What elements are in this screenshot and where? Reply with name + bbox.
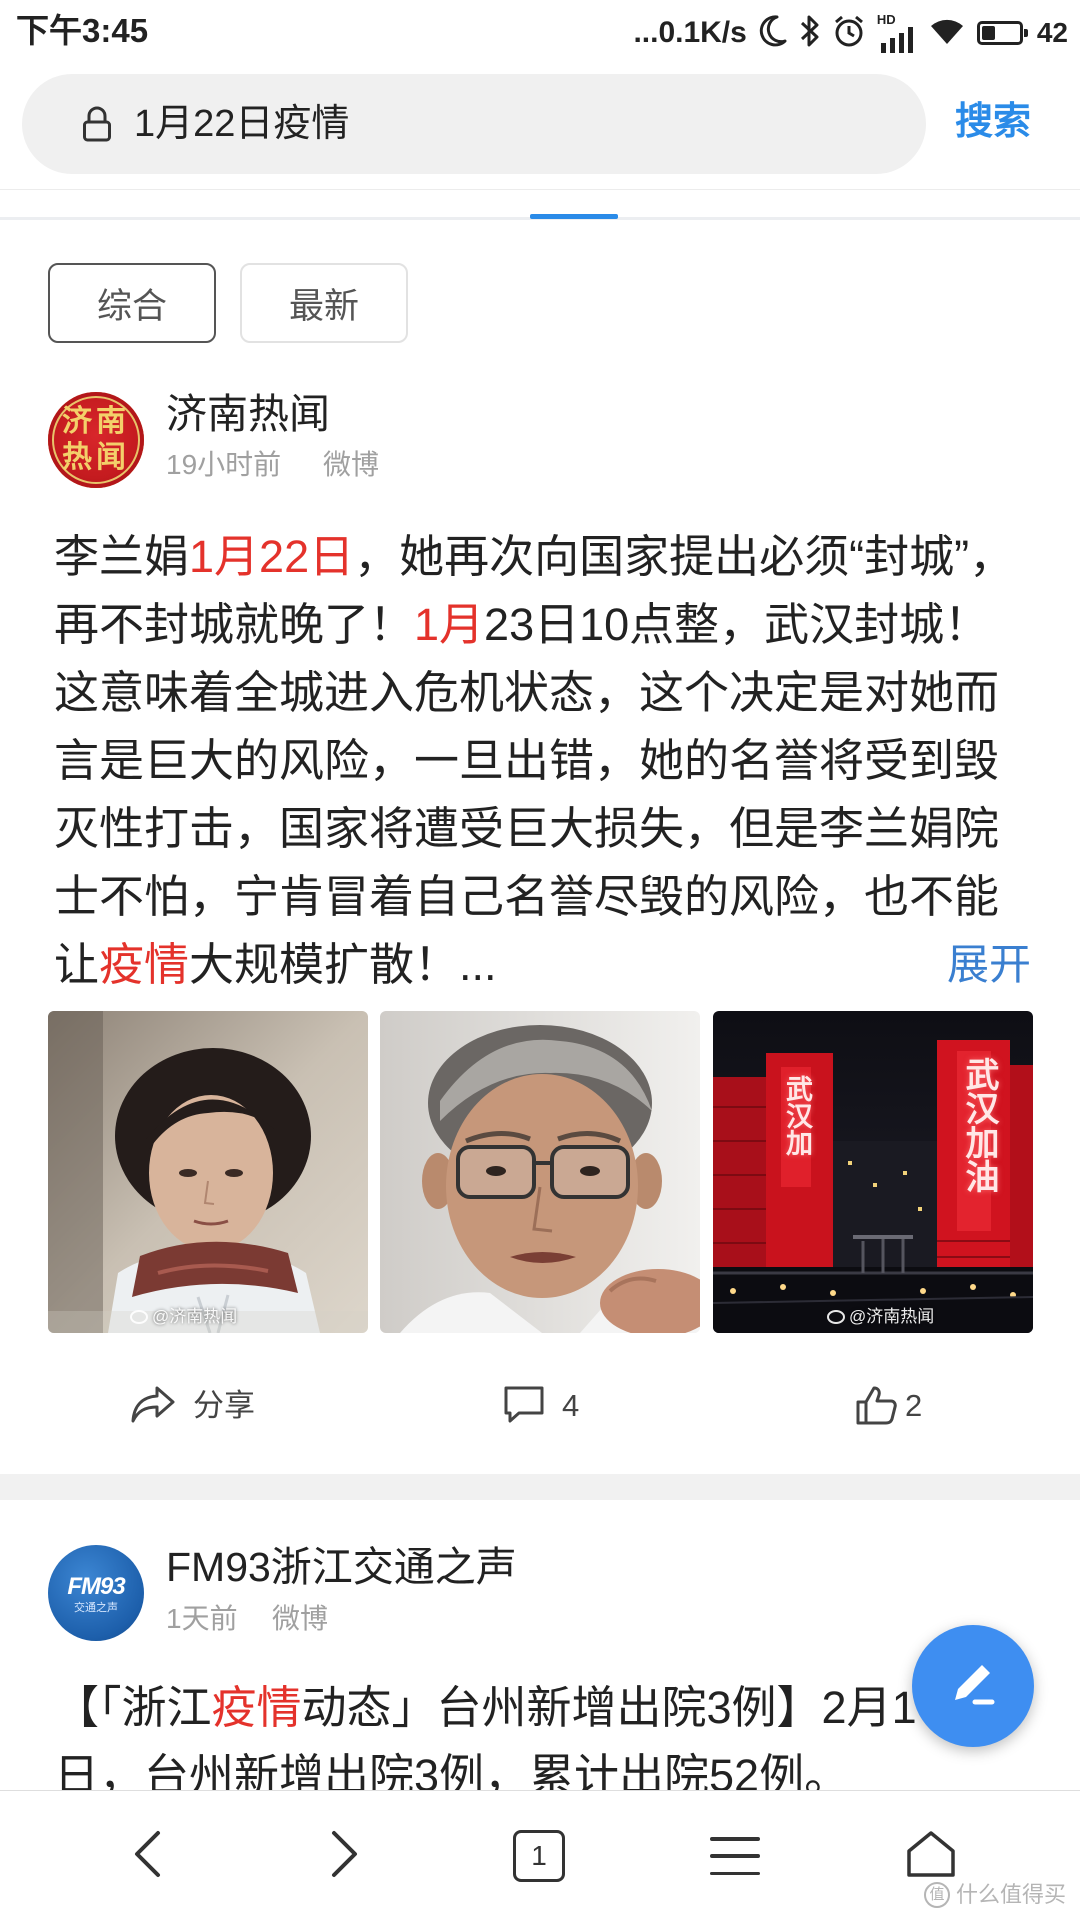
cell-signal-icon: HD	[877, 13, 917, 53]
status-icons: ...0.1K/s HD 42	[633, 10, 1068, 56]
menu-icon	[710, 1837, 760, 1875]
avatar-text: 热闻	[62, 440, 130, 475]
watermark-text: @济南热闻	[152, 1307, 238, 1326]
watermark-brand: 什么值得买	[955, 1882, 1066, 1907]
hd-label: HD	[876, 12, 896, 27]
text-segment: 让	[54, 939, 100, 990]
site-watermark: 值 什么值得买	[923, 1882, 1066, 1908]
like-count[interactable]: 2	[905, 1390, 922, 1421]
post-author[interactable]: FM93浙江交通之声	[166, 1547, 517, 1588]
chevron-right-icon	[329, 1829, 361, 1884]
post-image-1[interactable]: @济南热闻	[48, 1011, 368, 1333]
battery-icon	[976, 21, 1028, 45]
text-segment: 日，台州新增出院3例，累计出院52例。	[54, 1750, 850, 1790]
post-source: 微博	[323, 449, 380, 480]
avatar-logo-subtitle: 交通之声	[74, 1602, 118, 1614]
bluetooth-icon	[799, 13, 821, 54]
text-segment: 李兰娟	[54, 531, 190, 582]
post-source: 微博	[272, 1603, 329, 1634]
weibo-icon	[827, 1309, 845, 1324]
share-button[interactable]: 分享	[193, 1390, 255, 1421]
tabs-button[interactable]: 1	[484, 1791, 594, 1920]
alarm-icon	[833, 14, 865, 53]
network-speed: ...0.1K/s	[633, 16, 747, 49]
post-time: 1天前	[166, 1603, 238, 1634]
comment-count[interactable]: 4	[562, 1390, 579, 1421]
search-input[interactable]: 1月22日疫情	[134, 105, 349, 143]
filter-chip-latest[interactable]: 最新	[240, 263, 408, 343]
battery-fill	[981, 26, 995, 40]
post-text-line: 灭性打击，国家将遭受巨大损失，但是李兰娟院	[54, 795, 1054, 863]
post-time: 19小时前	[166, 449, 282, 480]
post-body[interactable]: 李兰娟1月22日，她再次向国家提出必须“封城”， 再不封城就晚了！1月23日10…	[54, 523, 1054, 999]
feed-separator	[0, 1474, 1080, 1500]
lock-icon	[82, 105, 112, 143]
avatar[interactable]: FM93 交通之声	[48, 1545, 144, 1641]
compose-button[interactable]	[912, 1625, 1034, 1747]
text-segment: 动态」台州新增出院3例】2月1	[301, 1682, 917, 1733]
like-icon[interactable]	[855, 1384, 899, 1431]
search-button[interactable]: 搜索	[955, 103, 1031, 141]
menu-button[interactable]	[680, 1791, 790, 1920]
post-text-line: 这意味着全城进入危机状态，这个决定是对她而	[54, 659, 1054, 727]
bottom-nav: 1	[0, 1790, 1080, 1920]
keyword-highlight: 疫情	[99, 939, 190, 990]
post-body[interactable]: 【「浙江疫情动态」台州新增出院3例】2月1 日，台州新增出院3例，累计出院52例…	[54, 1674, 1054, 1790]
moon-icon	[759, 14, 787, 53]
keyword-highlight: 疫情	[211, 1682, 302, 1733]
tab-indicator	[530, 214, 618, 219]
post-text-line: 言是巨大的风险，一旦出错，她的名誉将受到毁	[54, 727, 1054, 795]
battery-level: 42	[1036, 17, 1068, 48]
watermark-text: @济南热闻	[849, 1307, 935, 1326]
keyword-highlight: 1月	[414, 599, 485, 650]
avatar[interactable]: 济南 热闻	[48, 392, 144, 488]
share-icon[interactable]	[130, 1384, 176, 1431]
home-icon	[905, 1829, 957, 1884]
building-sign: 武汉加	[782, 1075, 812, 1156]
text-segment: 这意味着全城进入危机状态，这个决定是对她而	[54, 667, 1000, 718]
back-button[interactable]	[92, 1791, 202, 1920]
post-image-2[interactable]	[380, 1011, 700, 1333]
image-watermark: @济南热闻	[827, 1308, 934, 1325]
avatar-text: 济南	[62, 404, 130, 439]
expand-link[interactable]: 展开	[947, 931, 1031, 999]
chevron-left-icon	[131, 1829, 163, 1884]
post-text-line: 再不封城就晚了！1月23日10点整，武汉封城！	[54, 591, 1054, 659]
keyword-highlight: 1月22日	[189, 531, 355, 582]
post-text-line: 日，台州新增出院3例，累计出院52例。	[54, 1742, 1054, 1790]
text-segment: ，她再次向国家提出必须“封城”，	[354, 531, 1015, 582]
avatar-logo: FM93	[67, 1573, 125, 1600]
text-segment: 士不怕，宁肯冒着自己名誉尽毁的风险，也不能	[54, 871, 1000, 922]
text-segment: 【「浙江	[54, 1682, 212, 1733]
divider	[0, 189, 1080, 190]
text-segment: 再不封城就晚了！	[54, 599, 415, 650]
text-segment: 言是巨大的风险，一旦出错，她的名誉将受到毁	[54, 735, 1000, 786]
text-segment: 大规模扩散！...	[189, 939, 497, 990]
wifi-icon	[929, 16, 965, 51]
text-segment: 23日10点整，武汉封城！	[484, 599, 990, 650]
comment-icon[interactable]	[502, 1384, 546, 1431]
watermark-badge: 值	[923, 1882, 950, 1908]
image-watermark: @济南热闻	[130, 1308, 237, 1325]
post-text-line: 李兰娟1月22日，她再次向国家提出必须“封城”，	[54, 523, 1054, 591]
post-author[interactable]: 济南热闻	[166, 394, 330, 435]
status-bar: 下午3:45 ...0.1K/s HD 42	[0, 0, 1080, 67]
filter-chip-comprehensive[interactable]: 综合	[48, 263, 216, 343]
forward-button[interactable]	[290, 1791, 400, 1920]
weibo-icon	[130, 1309, 148, 1324]
post-text-line: 让疫情大规模扩散！...	[54, 931, 1054, 999]
status-time: 下午3:45	[16, 12, 149, 49]
search-bar[interactable]: 1月22日疫情	[22, 74, 926, 174]
post-text-line: 【「浙江疫情动态」台州新增出院3例】2月1	[54, 1674, 1054, 1742]
tab-count: 1	[513, 1830, 565, 1882]
post-text-line: 士不怕，宁肯冒着自己名誉尽毁的风险，也不能	[54, 863, 1054, 931]
building-sign: 武汉加油	[960, 1057, 998, 1193]
post-image-3[interactable]: 武汉加 武汉加油 @济南热闻	[713, 1011, 1033, 1333]
text-segment: 灭性打击，国家将遭受巨大损失，但是李兰娟院	[54, 803, 1000, 854]
pen-icon	[945, 1656, 1001, 1717]
screen: 下午3:45 ...0.1K/s HD 42 1月22日疫情 搜索 综合 最新 …	[0, 0, 1080, 1920]
